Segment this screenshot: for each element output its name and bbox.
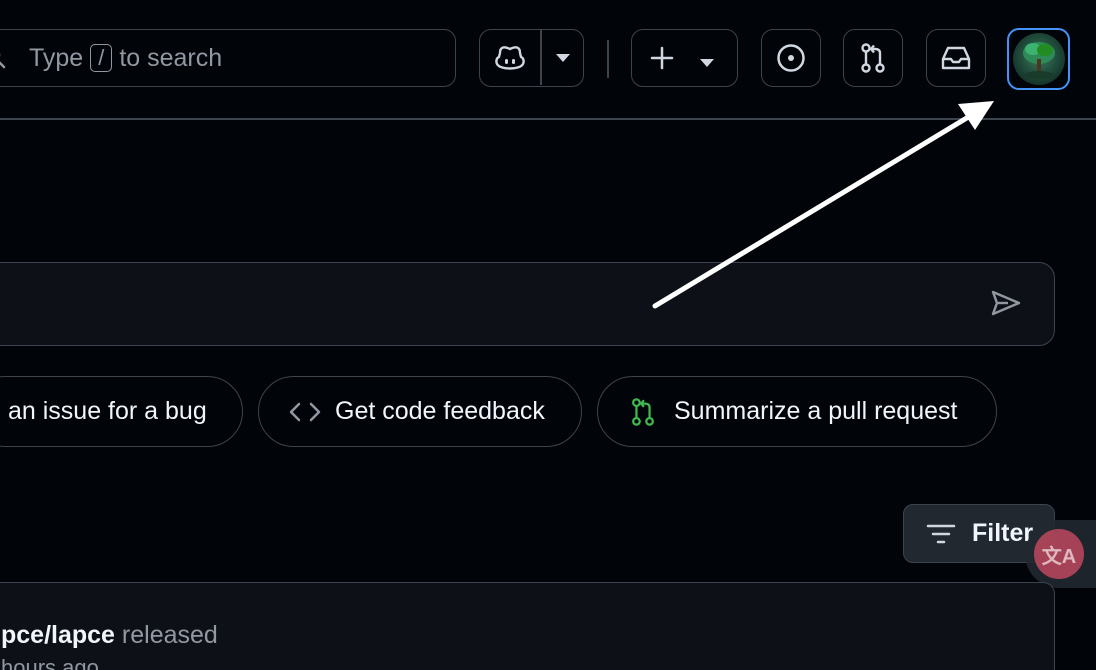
copilot-icon: [495, 45, 525, 70]
suggestion-chip-bug-issue[interactable]: an issue for a bug: [0, 376, 243, 447]
header-divider: [607, 40, 609, 78]
copilot-button-group: [479, 29, 584, 87]
tree-avatar-icon: [1022, 42, 1055, 79]
search-suffix: to search: [119, 43, 223, 72]
feed-repo-link[interactable]: pce/lapce: [1, 621, 115, 649]
git-pull-request-icon: [632, 397, 654, 426]
git-pull-request-icon: [861, 43, 885, 73]
copilot-button[interactable]: [480, 30, 540, 85]
pull-requests-button[interactable]: [843, 29, 903, 87]
chevron-down-icon: [700, 59, 714, 67]
page: Type / to search an issue for a bug Get …: [0, 0, 1096, 670]
filter-label: Filter: [972, 519, 1034, 547]
inbox-icon: [941, 46, 971, 70]
translate-icon: 文A: [1034, 529, 1084, 579]
top-header: Type / to search: [0, 0, 1096, 120]
suggestion-chip-code-feedback[interactable]: Get code feedback: [258, 376, 582, 447]
plus-icon: [650, 46, 674, 70]
search-prefix: Type: [29, 43, 84, 72]
inbox-button[interactable]: [926, 29, 986, 87]
code-icon: [289, 402, 321, 421]
create-new-button[interactable]: [631, 29, 738, 87]
send-button[interactable]: [990, 289, 1022, 322]
feed-action: released: [121, 621, 218, 649]
issue-opened-icon: [777, 44, 805, 72]
feed-item-card: pce/lapce released hours ago: [0, 582, 1055, 670]
feed-timestamp: hours ago: [1, 655, 99, 670]
suggestion-chip-summarize-pr[interactable]: Summarize a pull request: [597, 376, 997, 447]
filter-icon: [926, 524, 956, 543]
avatar: [1012, 33, 1065, 85]
suggestion-label: an issue for a bug: [8, 397, 207, 425]
copilot-dropdown-button[interactable]: [542, 30, 584, 85]
suggestion-label: Get code feedback: [335, 397, 545, 425]
search-input[interactable]: Type / to search: [0, 29, 456, 87]
paper-airplane-icon: [991, 290, 1021, 316]
search-icon: [0, 52, 6, 69]
feed-item-title: pce/lapce released: [1, 621, 218, 650]
user-avatar-button[interactable]: [1007, 28, 1070, 90]
suggestion-label: Summarize a pull request: [674, 397, 958, 425]
translate-extension-badge[interactable]: 文A: [1025, 520, 1096, 588]
search-shortcut-key: /: [90, 44, 113, 72]
translate-glyph: 文A: [1041, 545, 1077, 568]
chevron-down-icon: [556, 53, 570, 62]
copilot-chat-input[interactable]: t: [0, 262, 1055, 346]
issues-button[interactable]: [761, 29, 821, 87]
